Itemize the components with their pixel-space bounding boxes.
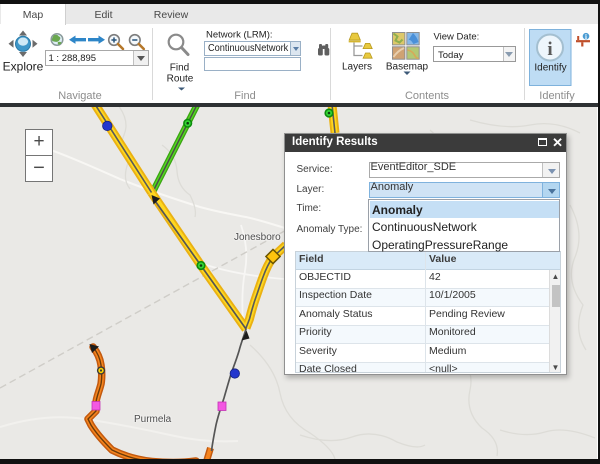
svg-text:Route: Route [167, 74, 194, 85]
svg-text:Identify: Identify [534, 63, 566, 74]
svg-text:View Date:: View Date: [434, 32, 480, 43]
svg-text:i: i [585, 33, 587, 41]
svg-text:Network (LRM):: Network (LRM): [206, 30, 273, 41]
svg-text:Basemap: Basemap [386, 62, 429, 73]
svg-text:Find: Find [170, 63, 189, 74]
svg-text:Layers: Layers [342, 62, 372, 73]
svg-text:i: i [547, 39, 552, 60]
svg-text:Explore: Explore [3, 60, 44, 74]
